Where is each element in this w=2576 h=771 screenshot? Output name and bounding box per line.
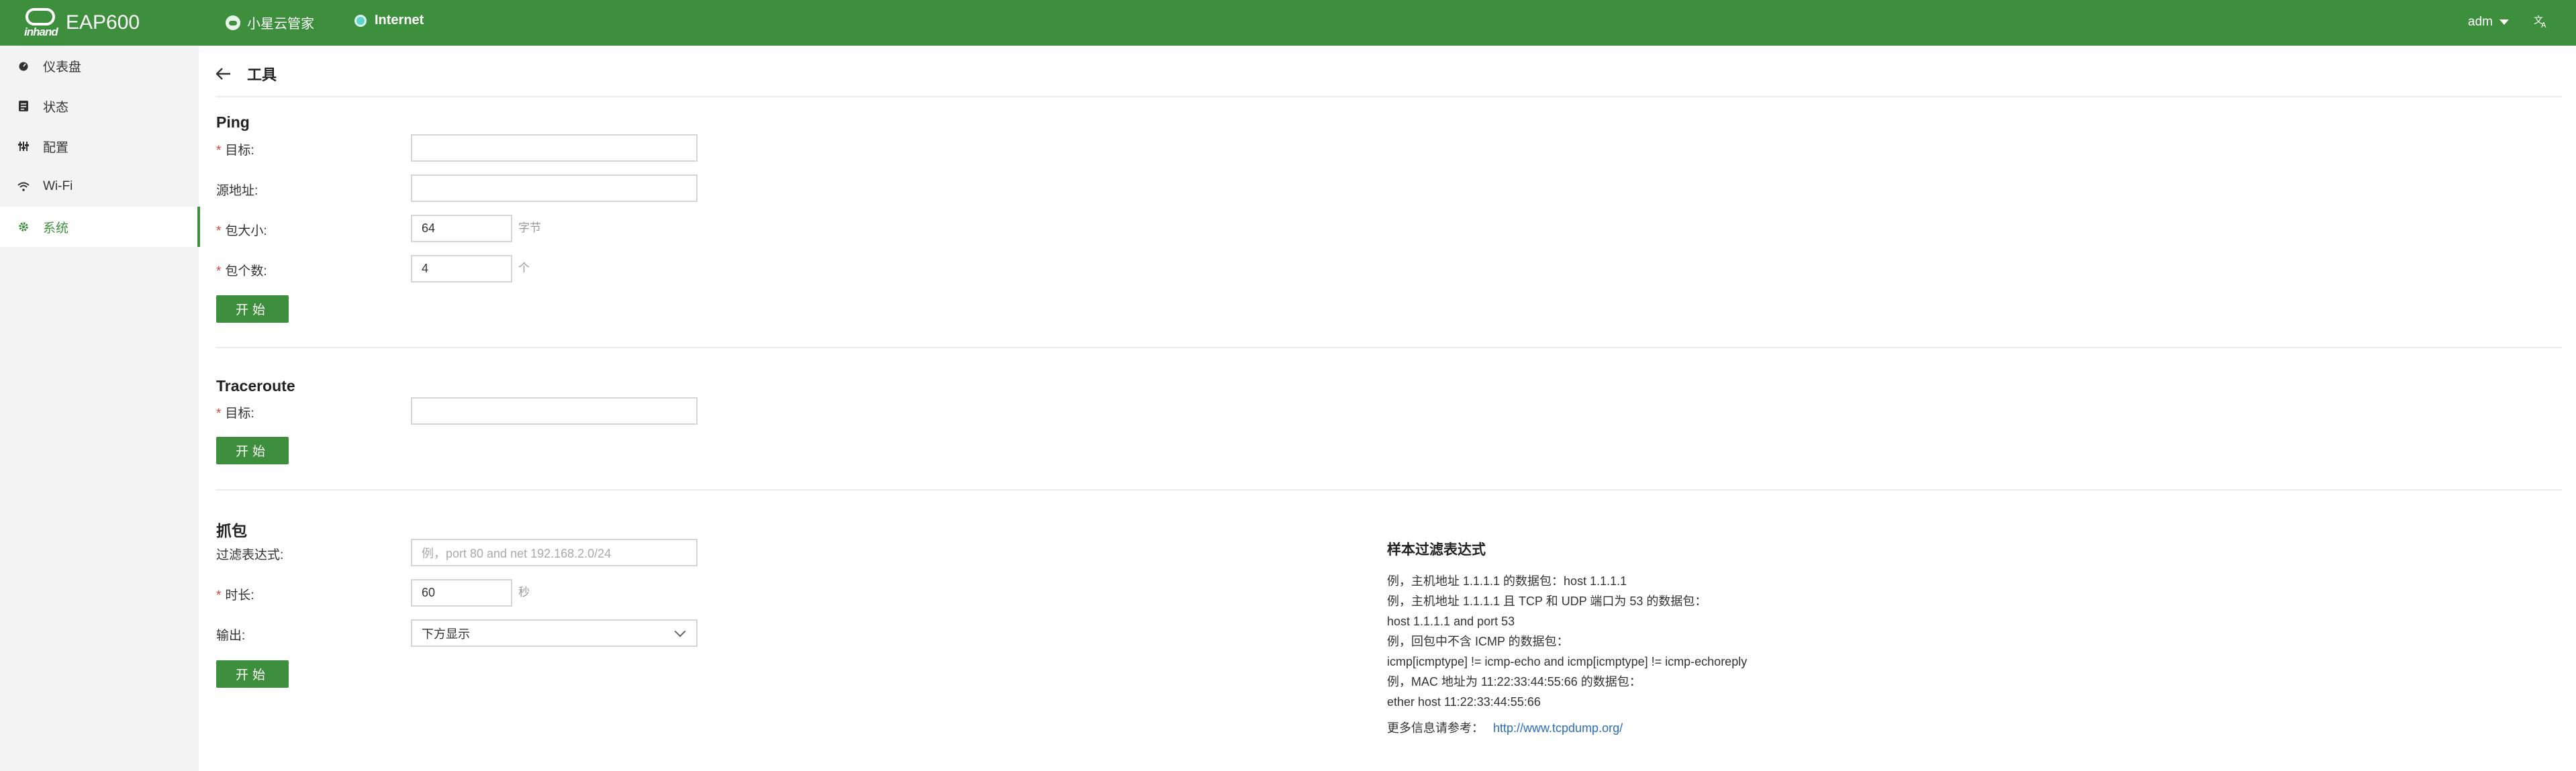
capture-duration-unit: 秒 <box>518 586 530 599</box>
traceroute-start-button[interactable]: 开始 <box>216 437 289 464</box>
traceroute-target-input[interactable] <box>411 397 698 425</box>
sidebar-item-config[interactable]: 配置 <box>0 126 199 166</box>
sidebar-item-label: Wi-Fi <box>43 179 73 193</box>
translate-icon[interactable]: 文A <box>2534 13 2548 32</box>
svg-text:A: A <box>2541 21 2546 28</box>
caret-down-icon <box>2499 19 2509 25</box>
example-line: icmp[icmptype] != icmp-echo and icmp[icm… <box>1387 655 1748 668</box>
ping-source-label: 源地址: <box>216 184 258 198</box>
internet-status-dot-icon <box>354 14 367 27</box>
sidebar-item-wifi[interactable]: Wi-Fi <box>0 166 199 207</box>
tcpdump-link[interactable]: http://www.tcpdump.org/ <box>1493 721 1623 735</box>
capture-duration-input[interactable]: 60 <box>411 579 512 607</box>
divider <box>216 489 2562 491</box>
filter-examples-title: 样本过滤表达式 <box>1387 542 1486 558</box>
ping-size-unit: 字节 <box>518 221 541 234</box>
brand[interactable]: inhand EAP600 <box>24 7 140 39</box>
sidebar: 仪表盘 状态 配置 Wi-Fi 系统 <box>0 46 200 771</box>
ping-size-input[interactable]: 64 <box>411 215 512 242</box>
sidebar-item-label: 状态 <box>43 100 69 115</box>
more-info: 更多信息请参考： http://www.tcpdump.org/ <box>1387 719 1991 736</box>
capture-output-select[interactable]: 下方显示 <box>411 619 698 647</box>
ping-count-unit: 个 <box>518 262 530 274</box>
cloud-label: 小星云管家 <box>247 17 314 32</box>
page-header: 工具 <box>216 63 277 85</box>
wifi-icon <box>16 179 31 194</box>
capture-output-label: 输出: <box>216 629 246 643</box>
ping-section-title: Ping <box>216 113 250 131</box>
sidebar-item-label: 配置 <box>43 140 69 155</box>
sidebar-item-label: 仪表盘 <box>43 60 82 74</box>
back-arrow-icon[interactable] <box>216 65 231 83</box>
top-bar: inhand EAP600 小星云管家 Internet adm 文A <box>0 0 2576 46</box>
ping-count-input[interactable]: 4 <box>411 255 512 282</box>
ping-size-label: * 包大小: <box>216 224 267 238</box>
ping-start-button[interactable]: 开始 <box>216 295 289 323</box>
sidebar-item-system[interactable]: 系统 <box>0 207 200 247</box>
sidebar-item-label: 系统 <box>43 221 69 236</box>
user-menu[interactable]: adm <box>2468 15 2509 30</box>
device-model: EAP600 <box>66 11 140 34</box>
chevron-down-icon <box>674 625 686 637</box>
internet-status[interactable]: Internet <box>354 13 424 28</box>
example-line: 例，回包中不含 ICMP 的数据包： <box>1387 635 1569 648</box>
ping-source-input[interactable] <box>411 174 698 202</box>
page-title: 工具 <box>247 66 277 83</box>
ping-count-label: * 包个数: <box>216 264 267 278</box>
cloud-icon <box>226 15 240 30</box>
divider <box>216 96 2562 97</box>
more-info-label: 更多信息请参考： <box>1387 721 1484 735</box>
capture-start-button[interactable]: 开始 <box>216 660 289 688</box>
example-line: 例，主机地址 1.1.1.1 且 TCP 和 UDP 端口为 53 的数据包： <box>1387 595 1707 608</box>
user-name: adm <box>2468 15 2493 29</box>
gear-icon <box>16 219 31 234</box>
internet-label: Internet <box>375 13 424 28</box>
example-line: 例，MAC 地址为 11:22:33:44:55:66 的数据包： <box>1387 675 1641 688</box>
traceroute-section-title: Traceroute <box>216 377 295 395</box>
example-line: ether host 11:22:33:44:55:66 <box>1387 695 1541 709</box>
capture-filter-input[interactable]: 例，port 80 and net 192.168.2.0/24 <box>411 539 698 566</box>
cloud-manager-link[interactable]: 小星云管家 <box>226 13 314 32</box>
capture-filter-label: 过滤表达式: <box>216 548 284 562</box>
config-icon <box>16 139 31 154</box>
capture-section-title: 抓包 <box>216 522 247 539</box>
inhand-logo: inhand <box>24 7 59 39</box>
traceroute-target-label: * 目标: <box>216 407 254 421</box>
ping-target-input[interactable] <box>411 134 698 162</box>
dashboard-icon <box>16 58 31 73</box>
ping-target-label: * 目标: <box>216 144 254 158</box>
sidebar-item-status[interactable]: 状态 <box>0 86 199 126</box>
capture-duration-label: * 时长: <box>216 588 254 603</box>
sidebar-item-dashboard[interactable]: 仪表盘 <box>0 46 199 86</box>
main-content: 工具 Ping * 目标: 源地址: * 包大小: 64 字节 * 包个数: 4 个 … <box>199 46 2576 771</box>
example-line: 例，主机地址 1.1.1.1 的数据包：host 1.1.1.1 <box>1387 574 1627 588</box>
capture-output-value: 下方显示 <box>422 627 470 641</box>
divider <box>216 347 2562 348</box>
filter-examples: 样本过滤表达式 例，主机地址 1.1.1.1 的数据包：host 1.1.1.1… <box>1387 539 1991 736</box>
example-line: host 1.1.1.1 and port 53 <box>1387 615 1515 628</box>
status-icon <box>16 99 31 113</box>
